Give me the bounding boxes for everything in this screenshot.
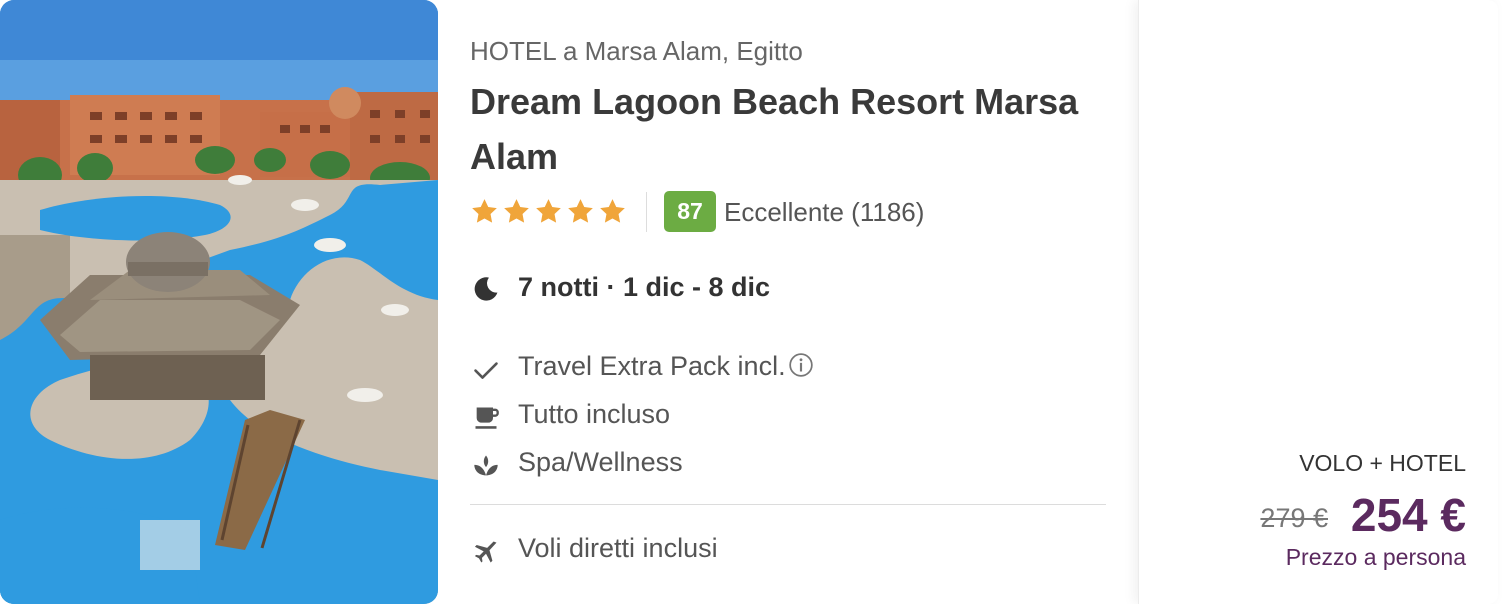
hotel-info: HOTEL a Marsa Alam, Egitto Dream Lagoon … [470, 0, 1110, 604]
rating-divider [646, 192, 647, 232]
star-rating [470, 197, 627, 227]
stay-dates-text: 7 notti · 1 dic - 8 dic [518, 272, 771, 302]
price-panel[interactable]: VOLO + HOTEL 279 € 254 € Prezzo a person… [1138, 0, 1498, 604]
star-icon [472, 199, 497, 223]
feature-spa-wellness: Spa/Wellness [470, 445, 1110, 485]
star-icon [600, 199, 625, 223]
feature-travel-extra-pack: Travel Extra Pack incl. [470, 349, 1110, 389]
section-divider [470, 504, 1106, 505]
hotel-photo-illustration [0, 0, 438, 604]
star-icon [504, 199, 529, 223]
coffee-cup-icon [475, 407, 499, 429]
star-icon [536, 199, 561, 223]
feature-label: Voli diretti inclusi [518, 533, 718, 563]
moon-icon [474, 277, 498, 301]
feature-label: Tutto incluso [518, 399, 671, 429]
feature-direct-flights: Voli diretti inclusi [470, 531, 1110, 571]
old-price: 279 € [1260, 503, 1328, 533]
hotel-location: HOTEL a Marsa Alam, Egitto [470, 36, 803, 66]
review-score-badge: 87 [664, 191, 716, 232]
feature-all-inclusive: Tutto incluso [470, 397, 1110, 437]
product-type: VOLO + HOTEL [1299, 450, 1466, 476]
hotel-result-card[interactable]: HOTEL a Marsa Alam, Egitto Dream Lagoon … [0, 0, 1502, 604]
stay-dates: 7 notti · 1 dic - 8 dic [470, 270, 1110, 310]
hotel-photo[interactable] [0, 0, 438, 604]
review-score-label[interactable]: Eccellente (1186) [724, 197, 924, 228]
feature-label: Travel Extra Pack incl. [518, 351, 786, 381]
lotus-icon [474, 455, 498, 476]
feature-label: Spa/Wellness [518, 447, 683, 477]
hotel-name[interactable]: Dream Lagoon Beach Resort Marsa Alam [470, 74, 1110, 184]
check-icon [474, 362, 498, 379]
info-icon[interactable] [788, 352, 814, 378]
price-per-person-note: Prezzo a persona [1285, 544, 1466, 570]
rating-row: 87 Eccellente (1186) [470, 191, 1110, 233]
airplane-icon [474, 541, 497, 563]
current-price[interactable]: 254 € [1351, 488, 1466, 542]
star-icon [568, 199, 593, 223]
